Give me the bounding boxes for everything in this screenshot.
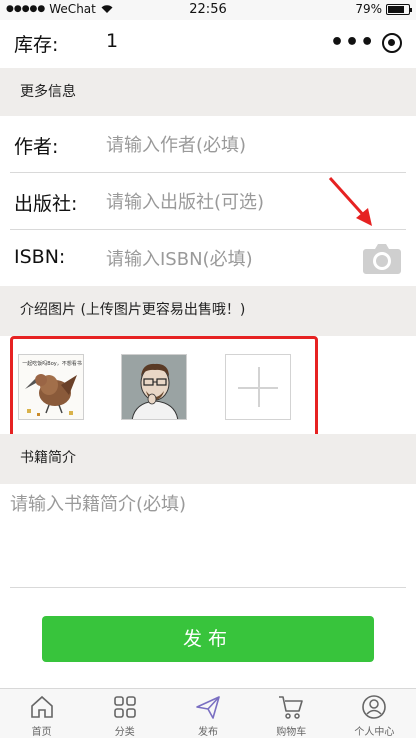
battery-fill bbox=[388, 5, 404, 13]
status-right: 79% bbox=[355, 2, 412, 16]
divider bbox=[10, 587, 406, 588]
tab-label: 个人中心 bbox=[354, 727, 395, 738]
annotation-highlight-box bbox=[10, 336, 318, 440]
tab-home[interactable]: 首页 bbox=[0, 689, 83, 738]
home-icon bbox=[30, 695, 53, 718]
miniprogram-capsule: ••• bbox=[330, 30, 402, 56]
tab-publish[interactable]: 发布 bbox=[166, 689, 249, 738]
stock-row: 库存: 1 ••• bbox=[0, 20, 416, 66]
isbn-row: ISBN: bbox=[0, 231, 416, 287]
status-bar: ●●●●● WeChat 22:56 79% bbox=[0, 0, 416, 20]
intro-textarea[interactable] bbox=[10, 490, 406, 580]
publisher-input[interactable] bbox=[106, 184, 356, 220]
author-label: 作者: bbox=[14, 136, 59, 158]
battery-tip bbox=[410, 7, 412, 12]
tab-bar: 首页 分类 发布 购物车 个人中心 bbox=[0, 688, 416, 738]
section-more-info: 更多信息 bbox=[0, 68, 416, 116]
intro-area bbox=[0, 484, 416, 588]
tab-label: 购物车 bbox=[276, 727, 307, 738]
tab-category[interactable]: 分类 bbox=[83, 689, 166, 738]
cart-icon bbox=[279, 696, 304, 719]
isbn-label: ISBN: bbox=[14, 246, 66, 268]
tab-profile[interactable]: 个人中心 bbox=[333, 689, 416, 738]
status-time: 22:56 bbox=[189, 2, 227, 17]
battery-icon bbox=[386, 3, 412, 15]
annotation-arrow-icon bbox=[328, 176, 372, 226]
publisher-label: 出版社: bbox=[14, 193, 78, 215]
author-input[interactable] bbox=[106, 127, 356, 163]
publish-button[interactable]: 发布 bbox=[42, 616, 374, 662]
isbn-input[interactable] bbox=[106, 241, 356, 277]
section-images: 介绍图片 (上传图片更容易出售哦！) bbox=[0, 286, 416, 336]
tab-label: 分类 bbox=[114, 727, 135, 738]
stock-label: 库存: bbox=[14, 34, 59, 56]
images-area: 一起吃饭吗Boy，不想看书 bbox=[0, 336, 416, 440]
tab-cart[interactable]: 购物车 bbox=[250, 689, 333, 738]
section-intro: 书籍简介 bbox=[0, 434, 416, 484]
more-menu-button[interactable]: ••• bbox=[330, 32, 375, 54]
tab-label: 首页 bbox=[31, 727, 52, 738]
send-icon bbox=[196, 696, 220, 719]
scan-camera-button[interactable] bbox=[362, 241, 402, 275]
divider bbox=[10, 172, 406, 173]
close-miniprogram-icon[interactable] bbox=[382, 33, 402, 53]
grid-icon bbox=[113, 696, 136, 718]
stock-value: 1 bbox=[106, 30, 119, 52]
battery-percent: 79% bbox=[355, 2, 382, 16]
author-row: 作者: bbox=[0, 117, 416, 173]
user-icon bbox=[362, 695, 387, 719]
tab-label: 发布 bbox=[198, 727, 218, 738]
camera-icon bbox=[363, 244, 401, 274]
